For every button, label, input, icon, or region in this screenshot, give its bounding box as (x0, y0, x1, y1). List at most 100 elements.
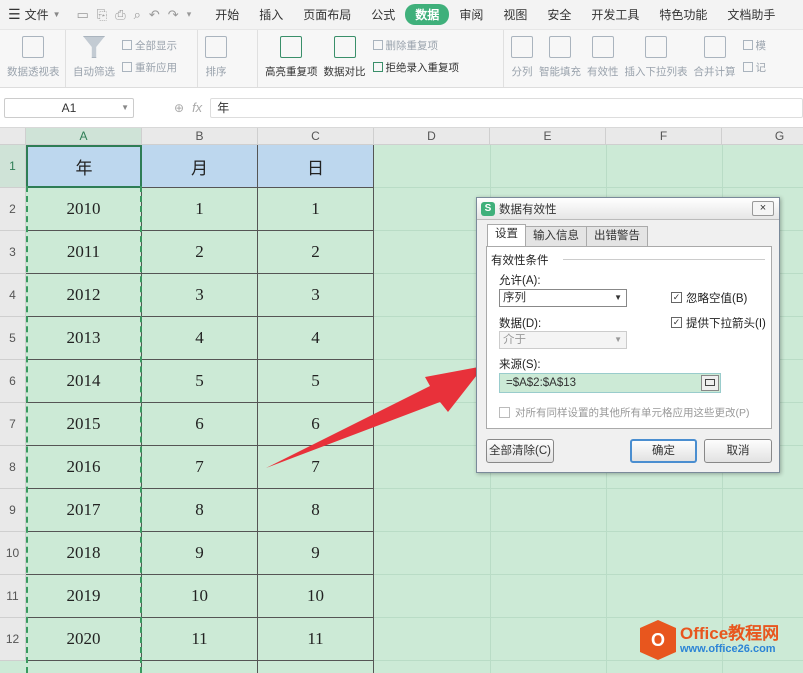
tab-3[interactable]: 公式 (361, 4, 405, 25)
remove-duplicates-button[interactable]: 删除重复项 (373, 38, 460, 53)
row-header-8[interactable]: 8 (0, 446, 26, 489)
data-cell[interactable]: 1 (258, 188, 374, 231)
consolidate-button[interactable]: 合并计算 (691, 34, 739, 79)
split-column-button[interactable]: 分列 (508, 34, 536, 79)
more-tool-2[interactable]: 记 (743, 60, 767, 75)
data-cell[interactable]: 10 (142, 575, 258, 618)
fx-icon[interactable]: fx (192, 100, 202, 115)
row-header-10[interactable]: 10 (0, 532, 26, 575)
tab-2[interactable]: 页面布局 (293, 4, 361, 25)
row-header-11[interactable]: 11 (0, 575, 26, 618)
data-cell[interactable]: 7 (142, 446, 258, 489)
provide-dropdown-checkbox[interactable]: ✓ (671, 317, 682, 328)
data-cell[interactable]: 11 (258, 618, 374, 661)
data-cell[interactable]: 6 (258, 403, 374, 446)
header-cell[interactable]: 日 (258, 145, 374, 188)
sort-button[interactable]: 排序 (202, 34, 230, 79)
file-menu[interactable]: ☰ 文件 ▼ (0, 0, 69, 29)
clear-all-button[interactable]: 全部清除(C) (486, 439, 554, 463)
row-header-12[interactable]: 12 (0, 618, 26, 661)
tab-1[interactable]: 插入 (249, 4, 293, 25)
data-cell[interactable] (142, 661, 258, 673)
data-cell[interactable]: 8 (142, 489, 258, 532)
ok-button[interactable]: 确定 (630, 439, 697, 463)
data-cell[interactable]: 4 (258, 317, 374, 360)
select-all-corner[interactable] (0, 128, 26, 145)
autofilter-button[interactable]: 自动筛选 (70, 34, 118, 79)
preview-icon[interactable]: ⌕ (134, 7, 141, 23)
data-cell[interactable]: 9 (142, 532, 258, 575)
data-cell[interactable]: 2010 (26, 188, 142, 231)
row-header-6[interactable]: 6 (0, 360, 26, 403)
tab-10[interactable]: 文档助手 (717, 4, 785, 25)
redo-icon[interactable]: ↷ (168, 7, 179, 23)
data-cell[interactable]: 2012 (26, 274, 142, 317)
column-header-b[interactable]: B (142, 128, 258, 145)
range-picker-button[interactable] (701, 375, 719, 391)
more-tool-1[interactable]: 模 (743, 38, 767, 53)
data-cell[interactable] (258, 661, 374, 673)
column-header-d[interactable]: D (374, 128, 490, 145)
export-icon[interactable]: ⎘ (97, 7, 107, 23)
zoom-icon[interactable]: ⊕ (174, 101, 184, 115)
data-cell[interactable]: 2018 (26, 532, 142, 575)
validity-button[interactable]: 有效性 (584, 34, 622, 79)
tab-7[interactable]: 安全 (537, 4, 581, 25)
cancel-button[interactable]: 取消 (704, 439, 772, 463)
data-cell[interactable]: 10 (258, 575, 374, 618)
tab-error-alert[interactable]: 出错警告 (586, 226, 648, 246)
tab-9[interactable]: 特色功能 (649, 4, 717, 25)
data-cell[interactable]: 2 (142, 231, 258, 274)
column-header-e[interactable]: E (490, 128, 606, 145)
ignore-blank-checkbox[interactable]: ✓ (671, 292, 682, 303)
data-cell[interactable]: 1 (142, 188, 258, 231)
data-cell[interactable]: 6 (142, 403, 258, 446)
row-header-9[interactable]: 9 (0, 489, 26, 532)
tab-input-message[interactable]: 输入信息 (525, 226, 587, 246)
data-compare-button[interactable]: 数据对比 (321, 34, 369, 79)
data-cell[interactable]: 5 (142, 360, 258, 403)
column-header-c[interactable]: C (258, 128, 374, 145)
allow-select[interactable]: 序列 ▼ (499, 289, 627, 307)
name-box[interactable]: A1 ▼ (4, 98, 134, 118)
pivot-table-button[interactable]: 数据透视表 (4, 34, 63, 79)
data-cell[interactable]: 2016 (26, 446, 142, 489)
tab-5[interactable]: 审阅 (449, 4, 493, 25)
row-header-3[interactable]: 3 (0, 231, 26, 274)
tab-6[interactable]: 视图 (493, 4, 537, 25)
source-input[interactable]: =$A$2:$A$13 (499, 373, 721, 393)
undo-icon[interactable]: ↶ (149, 7, 160, 23)
column-header-a[interactable]: A (26, 128, 142, 145)
data-cell[interactable] (26, 661, 142, 673)
data-cell[interactable]: 7 (258, 446, 374, 489)
data-cell[interactable]: 8 (258, 489, 374, 532)
column-header-g[interactable]: G (722, 128, 803, 145)
reapply-button[interactable]: 重新应用 (122, 60, 177, 75)
smart-fill-button[interactable]: 智能填充 (536, 34, 584, 79)
row-header-5[interactable]: 5 (0, 317, 26, 360)
highlight-duplicates-button[interactable]: 高亮重复项 (262, 34, 321, 79)
row-header-2[interactable]: 2 (0, 188, 26, 231)
data-cell[interactable]: 2015 (26, 403, 142, 446)
customize-icon[interactable]: ▾ (187, 9, 192, 20)
data-cell[interactable]: 2014 (26, 360, 142, 403)
data-cell[interactable]: 3 (258, 274, 374, 317)
data-cell[interactable]: 9 (258, 532, 374, 575)
data-cell[interactable]: 5 (258, 360, 374, 403)
tab-8[interactable]: 开发工具 (581, 4, 649, 25)
data-cell[interactable]: 2019 (26, 575, 142, 618)
tab-0[interactable]: 开始 (205, 4, 249, 25)
column-header-f[interactable]: F (606, 128, 722, 145)
header-cell[interactable]: 年 (26, 145, 142, 188)
data-cell[interactable]: 3 (142, 274, 258, 317)
formula-input[interactable]: 年 (210, 98, 803, 118)
insert-dropdown-button[interactable]: 插入下拉列表 (622, 34, 691, 79)
data-cell[interactable]: 2013 (26, 317, 142, 360)
header-cell[interactable]: 月 (142, 145, 258, 188)
row-header-4[interactable]: 4 (0, 274, 26, 317)
row-header-7[interactable]: 7 (0, 403, 26, 446)
show-all-button[interactable]: 全部显示 (122, 38, 177, 53)
tab-4[interactable]: 数据 (405, 4, 449, 25)
close-button[interactable]: × (752, 201, 774, 216)
save-icon[interactable]: ▭ (77, 7, 89, 23)
